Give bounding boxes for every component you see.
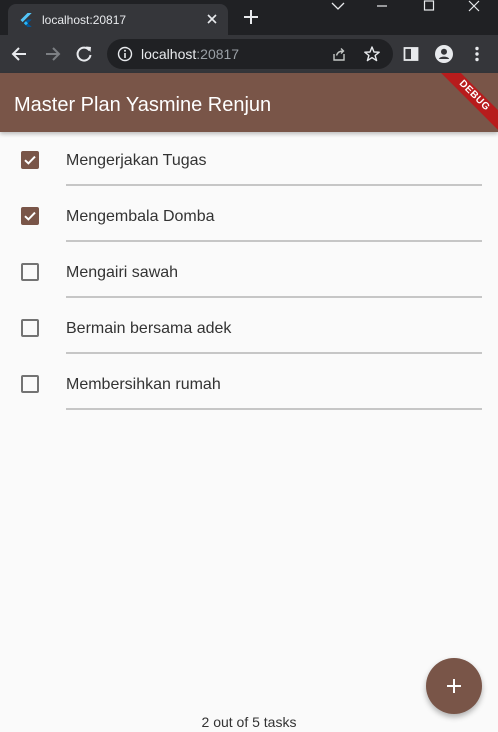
back-arrow-icon[interactable] — [10, 44, 30, 64]
side-panel-icon[interactable] — [401, 44, 421, 64]
address-host: localhost — [141, 46, 197, 62]
task-text-field[interactable]: Bermain bersama adek — [66, 300, 482, 354]
checkmark-icon — [24, 211, 36, 221]
task-text-field[interactable]: Mengairi sawah — [66, 244, 482, 298]
task-checkbox[interactable] — [21, 263, 39, 281]
checkmark-icon — [24, 155, 36, 165]
bookmark-star-icon[interactable] — [363, 45, 381, 63]
new-tab-icon[interactable] — [242, 8, 260, 26]
task-item: Mengerjakan Tugas — [0, 132, 498, 188]
task-text-field[interactable]: Mengembala Domba — [66, 188, 482, 242]
tab-search-icon[interactable] — [316, 0, 360, 12]
minimize-icon[interactable] — [360, 0, 404, 12]
task-checkbox[interactable] — [21, 151, 39, 169]
task-label: Bermain bersama adek — [66, 320, 232, 337]
task-checkbox[interactable] — [21, 319, 39, 337]
add-task-button[interactable] — [426, 658, 482, 714]
forward-arrow-icon[interactable] — [42, 44, 62, 64]
close-window-icon[interactable] — [452, 0, 496, 12]
maximize-icon[interactable] — [407, 0, 451, 12]
task-text-field[interactable]: Membersihkan rumah — [66, 356, 482, 410]
plus-icon — [447, 679, 461, 693]
debug-banner: DEBUG — [433, 73, 498, 132]
task-label: Membersihkan rumah — [66, 376, 221, 393]
app-bar: Master Plan Yasmine Renjun DEBUG — [0, 73, 498, 132]
browser-tabstrip: localhost:20817 — [0, 0, 498, 35]
address-port: :20817 — [196, 46, 240, 62]
task-label: Mengembala Domba — [66, 208, 215, 225]
task-item: Mengembala Domba — [0, 188, 498, 244]
tab-title: localhost:20817 — [42, 13, 127, 27]
task-count-footer: 2 out of 5 tasks — [201, 714, 297, 730]
task-text-field[interactable]: Mengerjakan Tugas — [66, 132, 482, 186]
profile-avatar-icon[interactable] — [434, 44, 454, 64]
site-info-icon[interactable] — [117, 46, 133, 62]
flutter-favicon-icon — [20, 13, 32, 27]
task-label: Mengairi sawah — [66, 264, 179, 281]
address-text: localhost:20817 — [141, 45, 239, 63]
more-menu-icon[interactable] — [467, 44, 487, 64]
browser-tab[interactable]: localhost:20817 — [8, 4, 228, 35]
task-label: Mengerjakan Tugas — [66, 152, 207, 169]
task-checkbox[interactable] — [21, 207, 39, 225]
reload-icon[interactable] — [74, 44, 94, 64]
browser-toolbar: localhost:20817 — [0, 35, 498, 73]
app-title: Master Plan Yasmine Renjun — [14, 94, 272, 116]
close-tab-icon[interactable] — [204, 11, 220, 27]
task-item: Membersihkan rumah — [0, 356, 498, 412]
address-bar[interactable]: localhost:20817 — [107, 39, 393, 69]
share-icon[interactable] — [331, 46, 347, 62]
task-checkbox[interactable] — [21, 375, 39, 393]
task-item: Mengairi sawah — [0, 244, 498, 300]
task-item: Bermain bersama adek — [0, 300, 498, 356]
task-list: Mengerjakan Tugas Mengembala Domba Menga… — [0, 132, 498, 412]
